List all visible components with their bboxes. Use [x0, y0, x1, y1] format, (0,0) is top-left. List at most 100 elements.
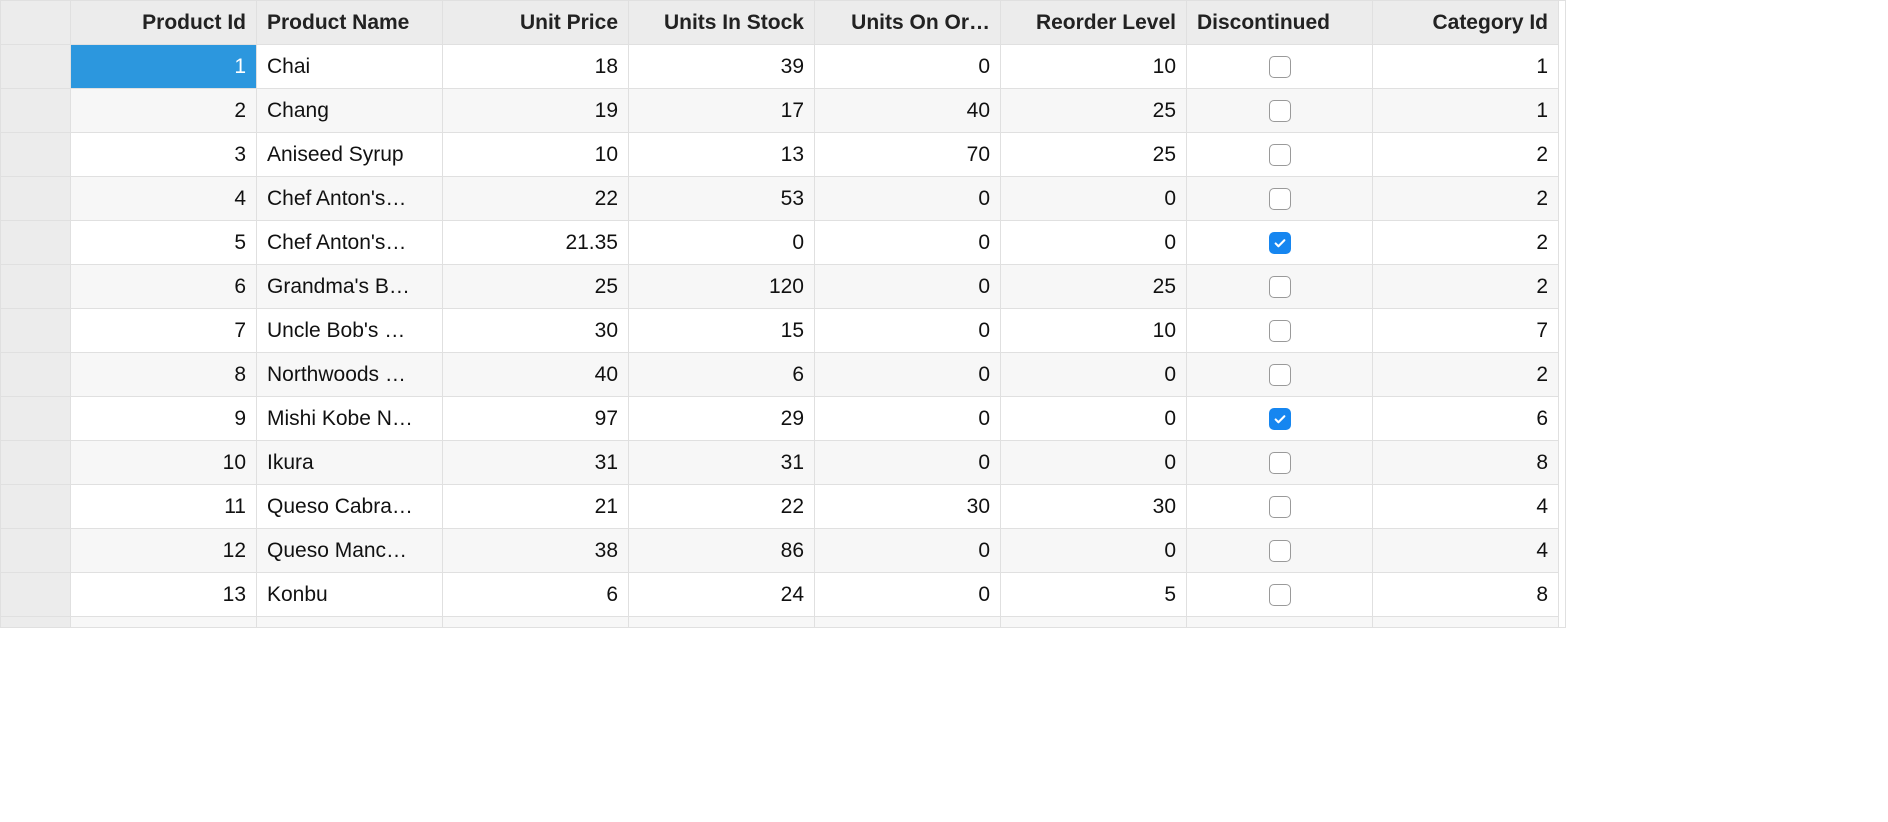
row-header[interactable]: [1, 89, 71, 133]
cell-product_name[interactable]: Ikura: [257, 441, 443, 485]
row-header[interactable]: [1, 485, 71, 529]
row-header[interactable]: [1, 309, 71, 353]
cell-product_id[interactable]: 3: [71, 133, 257, 177]
cell-reorder_level[interactable]: 30: [1001, 485, 1187, 529]
cell-units_on_order[interactable]: 70: [815, 133, 1001, 177]
column-header-category_id[interactable]: Category Id: [1373, 1, 1559, 45]
cell-category_id[interactable]: 2: [1373, 221, 1559, 265]
cell-product_name[interactable]: Chef Anton's…: [257, 177, 443, 221]
cell-discontinued[interactable]: [1187, 397, 1373, 441]
cell-discontinued[interactable]: [1187, 265, 1373, 309]
cell-discontinued[interactable]: [1187, 89, 1373, 133]
cell-discontinued[interactable]: [1187, 45, 1373, 89]
cell-product_id[interactable]: 12: [71, 529, 257, 573]
cell-units_on_order[interactable]: 40: [815, 89, 1001, 133]
column-header-discontinued[interactable]: Discontinued: [1187, 1, 1373, 45]
cell-reorder_level[interactable]: 0: [1001, 397, 1187, 441]
discontinued-checkbox[interactable]: [1269, 144, 1291, 166]
cell-product_id[interactable]: 9: [71, 397, 257, 441]
discontinued-checkbox[interactable]: [1269, 540, 1291, 562]
row-header[interactable]: [1, 133, 71, 177]
row-header[interactable]: [1, 441, 71, 485]
cell-units_on_order[interactable]: 0: [815, 397, 1001, 441]
cell-category_id[interactable]: 8: [1373, 573, 1559, 617]
cell-reorder_level[interactable]: 25: [1001, 89, 1187, 133]
cell-discontinued[interactable]: [1187, 573, 1373, 617]
row-header[interactable]: [1, 573, 71, 617]
cell-product_id[interactable]: 7: [71, 309, 257, 353]
cell-category_id[interactable]: 2: [1373, 353, 1559, 397]
cell-units_on_order[interactable]: 0: [815, 221, 1001, 265]
cell-product_name[interactable]: Uncle Bob's …: [257, 309, 443, 353]
cell-unit_price[interactable]: 6: [443, 573, 629, 617]
cell-units_in_stock[interactable]: 0: [629, 221, 815, 265]
cell-unit_price[interactable]: 10: [443, 133, 629, 177]
row-header[interactable]: [1, 529, 71, 573]
cell-unit_price[interactable]: 21.35: [443, 221, 629, 265]
cell-units_in_stock[interactable]: 13: [629, 133, 815, 177]
cell-product_name[interactable]: Mishi Kobe N…: [257, 397, 443, 441]
cell-category_id[interactable]: 2: [1373, 177, 1559, 221]
cell-unit_price[interactable]: 18: [443, 45, 629, 89]
cell-unit_price[interactable]: 25: [443, 265, 629, 309]
cell-units_in_stock[interactable]: 6: [629, 353, 815, 397]
cell-reorder_level[interactable]: 0: [1001, 529, 1187, 573]
cell-product_id[interactable]: 8: [71, 353, 257, 397]
cell-reorder_level[interactable]: 5: [1001, 573, 1187, 617]
cell-category_id[interactable]: 1: [1373, 45, 1559, 89]
cell-discontinued[interactable]: [1187, 485, 1373, 529]
data-grid[interactable]: Product IdProduct NameUnit PriceUnits In…: [0, 0, 1566, 628]
cell-reorder_level[interactable]: 10: [1001, 309, 1187, 353]
cell-unit_price[interactable]: 30: [443, 309, 629, 353]
cell-reorder_level[interactable]: 0: [1001, 441, 1187, 485]
row-header[interactable]: [1, 221, 71, 265]
cell-units_on_order[interactable]: 0: [815, 265, 1001, 309]
cell-product_id[interactable]: 13: [71, 573, 257, 617]
discontinued-checkbox[interactable]: [1269, 408, 1291, 430]
cell-product_id[interactable]: 2: [71, 89, 257, 133]
cell-category_id[interactable]: 6: [1373, 397, 1559, 441]
cell-product_name[interactable]: Chai: [257, 45, 443, 89]
cell-units_in_stock[interactable]: 53: [629, 177, 815, 221]
cell-units_in_stock[interactable]: 86: [629, 529, 815, 573]
column-header-units_in_stock[interactable]: Units In Stock: [629, 1, 815, 45]
cell-product_name[interactable]: Aniseed Syrup: [257, 133, 443, 177]
cell-product_name[interactable]: Chang: [257, 89, 443, 133]
discontinued-checkbox[interactable]: [1269, 496, 1291, 518]
cell-units_in_stock[interactable]: 120: [629, 265, 815, 309]
row-header[interactable]: [1, 353, 71, 397]
column-header-unit_price[interactable]: Unit Price: [443, 1, 629, 45]
cell-discontinued[interactable]: [1187, 309, 1373, 353]
discontinued-checkbox[interactable]: [1269, 320, 1291, 342]
cell-units_on_order[interactable]: 0: [815, 529, 1001, 573]
cell-category_id[interactable]: 2: [1373, 133, 1559, 177]
cell-units_on_order[interactable]: 0: [815, 309, 1001, 353]
cell-discontinued[interactable]: [1187, 177, 1373, 221]
cell-product_id[interactable]: 1: [71, 45, 257, 89]
cell-category_id[interactable]: 1: [1373, 89, 1559, 133]
cell-units_in_stock[interactable]: 24: [629, 573, 815, 617]
cell-product_id[interactable]: 4: [71, 177, 257, 221]
cell-reorder_level[interactable]: 0: [1001, 353, 1187, 397]
cell-product_name[interactable]: Chef Anton's…: [257, 221, 443, 265]
cell-category_id[interactable]: 2: [1373, 265, 1559, 309]
cell-units_in_stock[interactable]: 15: [629, 309, 815, 353]
cell-discontinued[interactable]: [1187, 133, 1373, 177]
column-header-units_on_order[interactable]: Units On Or…: [815, 1, 1001, 45]
cell-units_in_stock[interactable]: 39: [629, 45, 815, 89]
cell-category_id[interactable]: 8: [1373, 441, 1559, 485]
discontinued-checkbox[interactable]: [1269, 188, 1291, 210]
cell-unit_price[interactable]: 40: [443, 353, 629, 397]
discontinued-checkbox[interactable]: [1269, 364, 1291, 386]
cell-unit_price[interactable]: 19: [443, 89, 629, 133]
cell-discontinued[interactable]: [1187, 529, 1373, 573]
row-header[interactable]: [1, 177, 71, 221]
cell-reorder_level[interactable]: 10: [1001, 45, 1187, 89]
column-header-reorder_level[interactable]: Reorder Level: [1001, 1, 1187, 45]
cell-unit_price[interactable]: 38: [443, 529, 629, 573]
column-header-product_name[interactable]: Product Name: [257, 1, 443, 45]
cell-product_name[interactable]: Queso Manc…: [257, 529, 443, 573]
discontinued-checkbox[interactable]: [1269, 100, 1291, 122]
discontinued-checkbox[interactable]: [1269, 232, 1291, 254]
cell-units_in_stock[interactable]: 17: [629, 89, 815, 133]
